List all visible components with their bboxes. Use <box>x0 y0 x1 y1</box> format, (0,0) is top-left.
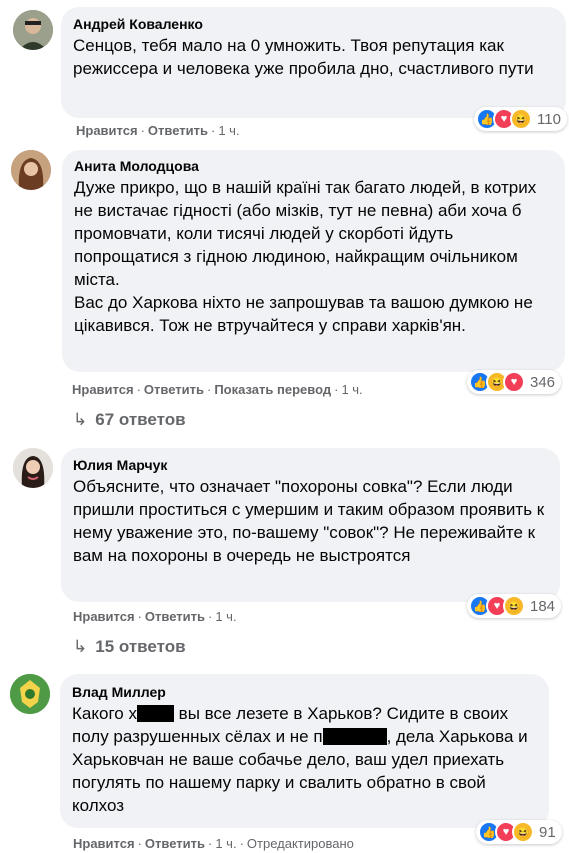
reply-link[interactable]: Ответить <box>148 123 208 138</box>
reaction-count: 346 <box>530 373 556 391</box>
reply-arrow-icon: ↳ <box>73 637 88 656</box>
reactions-summary[interactable]: 👍 ♥ 😆 184 <box>467 594 562 618</box>
reaction-count: 91 <box>539 823 556 841</box>
avatar[interactable] <box>11 150 51 190</box>
redaction-block <box>322 728 387 745</box>
timestamp[interactable]: 1 ч. <box>341 382 362 397</box>
comment-bubble: Влад Миллер Какого х вы все лезете в Хар… <box>60 674 549 828</box>
comment-text: Объясните, что означает "похороны совка"… <box>73 477 545 565</box>
view-replies-link[interactable]: ↳ 15 ответов <box>73 637 186 657</box>
haha-icon: 😆 <box>510 108 532 130</box>
like-link[interactable]: Нравится <box>73 836 135 851</box>
haha-icon: 😆 <box>503 595 525 617</box>
redaction-block <box>136 705 174 722</box>
view-replies-link[interactable]: ↳ 67 ответов <box>73 410 186 430</box>
reply-arrow-icon: ↳ <box>73 410 88 429</box>
timestamp[interactable]: 1 ч. <box>215 609 236 624</box>
reaction-count: 110 <box>537 110 561 128</box>
comment-bubble: Юлия Марчук Объясните, что означает "пох… <box>61 448 560 602</box>
avatar[interactable] <box>10 674 50 714</box>
reply-link[interactable]: Ответить <box>145 609 205 624</box>
comment-actions: Нравится · Ответить · 1 ч. <box>76 123 240 138</box>
reactions-summary[interactable]: 👍 ♥ 😆 110 <box>474 107 567 131</box>
reaction-count: 184 <box>530 597 556 615</box>
edited-label[interactable]: Отредактировано <box>247 836 354 851</box>
comment-author[interactable]: Анита Молодцова <box>74 157 553 176</box>
like-link[interactable]: Нравится <box>76 123 138 138</box>
like-link[interactable]: Нравится <box>73 609 135 624</box>
comment-bubble: Анита Молодцова Дуже прикро, що в нашій … <box>62 150 565 372</box>
comment-text: Какого х вы все лезете в Харьков? Сидите… <box>72 704 528 815</box>
reactions-summary[interactable]: 👍 ♥ 😆 91 <box>476 820 562 844</box>
timestamp[interactable]: 1 ч. <box>215 836 236 851</box>
translate-link[interactable]: Показать перевод <box>214 382 331 397</box>
comment-actions: Нравится · Ответить · 1 ч. · Отредактировано <box>73 836 354 851</box>
comment-bubble: Андрей Коваленко Сенцов, тебя мало на 0 … <box>61 7 566 118</box>
comment-author[interactable]: Юлия Марчук <box>73 456 548 475</box>
love-icon: ♥ <box>503 371 525 393</box>
avatar[interactable] <box>13 448 53 488</box>
comment-author[interactable]: Андрей Коваленко <box>73 15 554 34</box>
haha-icon: 😆 <box>512 821 534 843</box>
comment-text: Дуже прикро, що в нашій країні так багат… <box>74 178 537 335</box>
comment-text: Сенцов, тебя мало на 0 умножить. Твоя ре… <box>73 36 534 78</box>
timestamp[interactable]: 1 ч. <box>218 123 239 138</box>
reactions-summary[interactable]: 👍 😆 ♥ 346 <box>467 370 562 394</box>
comment-actions: Нравится · Ответить · 1 ч. <box>73 609 237 624</box>
reply-link[interactable]: Ответить <box>144 382 204 397</box>
comment-actions: Нравится · Ответить · Показать перевод · 1 ч. <box>72 382 363 397</box>
comment-author[interactable]: Влад Миллер <box>72 683 537 702</box>
avatar[interactable] <box>13 10 53 50</box>
like-link[interactable]: Нравится <box>72 382 134 397</box>
reply-link[interactable]: Ответить <box>145 836 205 851</box>
